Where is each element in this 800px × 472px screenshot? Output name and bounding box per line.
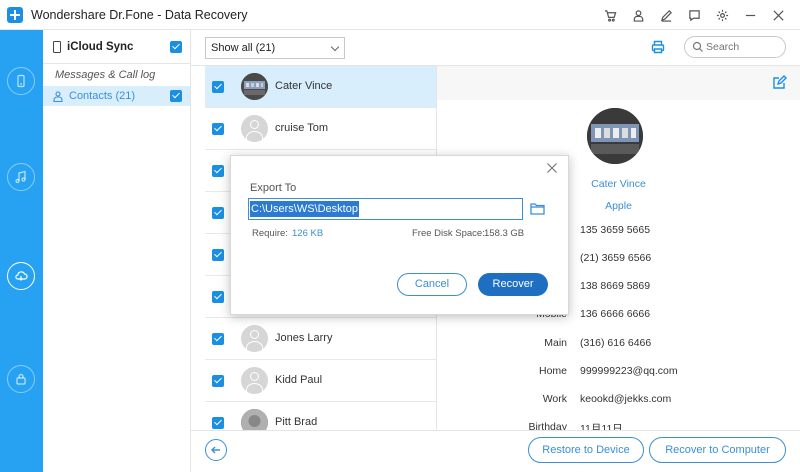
field-value: 136 6666 6666 (580, 308, 651, 320)
source-title: iCloud Sync (67, 40, 134, 53)
feedback-icon[interactable] (680, 0, 708, 30)
avatar (241, 367, 268, 394)
cancel-button[interactable]: Cancel (397, 273, 467, 296)
title-bar: Wondershare Dr.Fone - Data Recovery (0, 0, 800, 30)
folder-icon[interactable] (530, 202, 545, 215)
app-title: Wondershare Dr.Fone - Data Recovery (31, 7, 248, 22)
detail-field: Main (316) 616 6466 (437, 337, 800, 353)
close-icon[interactable] (764, 0, 792, 30)
table-row[interactable]: Pitt Brad (205, 402, 436, 430)
pen-icon[interactable] (652, 0, 680, 30)
arrow-left-icon (211, 446, 220, 454)
require-label: Require: (252, 228, 288, 239)
field-value: 999999223@qq.com (580, 365, 678, 377)
chevron-down-icon (330, 42, 340, 52)
row-checkbox[interactable] (212, 207, 224, 219)
contact-name: Pitt Brad (275, 416, 318, 428)
close-icon[interactable] (546, 162, 558, 174)
row-checkbox[interactable] (212, 417, 224, 429)
row-checkbox[interactable] (212, 375, 224, 387)
free-space-value: 158.3 GB (484, 228, 525, 239)
source-select-all-checkbox[interactable] (170, 41, 182, 53)
contact-name: Kidd Paul (275, 374, 323, 386)
recover-button[interactable]: Recover (478, 273, 548, 296)
avatar (241, 409, 268, 430)
back-button[interactable] (205, 439, 227, 461)
filter-value: Show all (21) (211, 42, 276, 54)
left-navigation (0, 30, 43, 472)
export-path-field[interactable]: C:\Users\WS\Desktop (248, 198, 523, 220)
field-value: 135 3659 5665 (580, 224, 651, 236)
avatar (241, 115, 268, 142)
contacts-checkbox[interactable] (170, 90, 182, 102)
export-path-value: C:\Users\WS\Desktop (250, 201, 359, 217)
field-label: Work (542, 393, 567, 405)
user-icon[interactable] (624, 0, 652, 30)
recover-to-computer-button[interactable]: Recover to Computer (649, 437, 786, 463)
source-category: Messages & Call log (55, 69, 156, 81)
edit-icon[interactable] (772, 75, 787, 90)
field-value: 138 8669 5869 (580, 280, 651, 292)
gear-icon[interactable] (708, 0, 736, 30)
minimize-icon[interactable] (736, 0, 764, 30)
music-icon[interactable] (7, 163, 35, 191)
search-input[interactable] (706, 40, 778, 54)
lock-icon[interactable] (7, 365, 35, 393)
row-checkbox[interactable] (212, 165, 224, 177)
contact-name: Jones Larry (275, 332, 333, 344)
field-label: Home (538, 365, 567, 377)
field-value: (316) 616 6466 (580, 337, 652, 349)
filter-dropdown[interactable]: Show all (21) (205, 37, 345, 59)
table-row[interactable]: Cater Vince (205, 66, 436, 108)
toolbar: Show all (21) (191, 30, 800, 66)
icloud-icon[interactable] (7, 262, 35, 290)
field-value: (21) 3659 6566 (580, 252, 652, 264)
contact-name: Cater Vince (275, 80, 333, 92)
field-value: keookd@jekks.com (580, 393, 672, 405)
title-bar-actions (596, 0, 792, 30)
source-item-contacts[interactable]: Contacts (21) (43, 86, 190, 106)
field-label: Main (544, 337, 567, 349)
cart-icon[interactable] (596, 0, 624, 30)
require-value: 126 KB (292, 228, 324, 239)
contact-name: cruise Tom (275, 122, 328, 134)
drfone-logo-icon (7, 6, 23, 23)
avatar (241, 73, 268, 100)
search-icon (692, 41, 703, 52)
contact-photo (587, 108, 643, 164)
phone-recover-icon[interactable] (7, 67, 35, 95)
source-header: iCloud Sync (43, 30, 190, 64)
search-box[interactable] (684, 36, 786, 58)
table-row[interactable]: cruise Tom (205, 108, 436, 150)
source-item-label: Contacts (21) (69, 90, 136, 102)
person-icon (53, 90, 63, 102)
row-checkbox[interactable] (212, 291, 224, 303)
dialog-title: Export To (250, 182, 297, 194)
detail-header (437, 66, 800, 100)
row-checkbox[interactable] (212, 123, 224, 135)
row-checkbox[interactable] (212, 81, 224, 93)
table-row[interactable]: Jones Larry (205, 318, 436, 360)
bottom-bar: Restore to Device Recover to Computer (191, 430, 800, 472)
free-space-label: Free Disk Space: (412, 228, 485, 239)
detail-field: Work keookd@jekks.com (437, 393, 800, 409)
row-checkbox[interactable] (212, 333, 224, 345)
avatar (241, 325, 268, 352)
print-icon[interactable] (651, 40, 665, 54)
source-panel: iCloud Sync Messages & Call log Contacts… (43, 30, 191, 472)
phone-icon (53, 40, 61, 53)
export-dialog: Export To C:\Users\WS\Desktop Require: 1… (230, 155, 569, 315)
restore-to-device-button[interactable]: Restore to Device (528, 437, 644, 463)
detail-field: Home 999999223@qq.com (437, 365, 800, 381)
table-row[interactable]: Kidd Paul (205, 360, 436, 402)
row-checkbox[interactable] (212, 249, 224, 261)
